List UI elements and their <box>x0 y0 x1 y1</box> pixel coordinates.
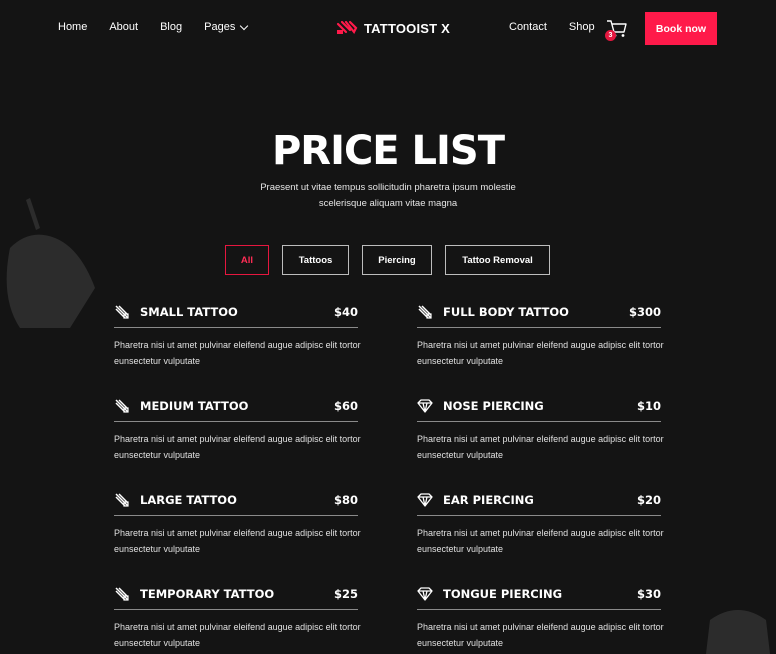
price-item-header: FULL BODY TATTOO $300 <box>417 300 661 328</box>
price-list-left-column: SMALL TATTOO $40 Pharetra nisi ut amet p… <box>114 300 361 654</box>
brand-name: TATTOOIST X <box>364 20 450 36</box>
price-item-name: EAR PIERCING <box>443 493 534 507</box>
tattoo-machine-icon <box>114 492 130 508</box>
diamond-icon <box>417 586 433 602</box>
price-item-name: TONGUE PIERCING <box>443 587 563 601</box>
price-item-description: Pharetra nisi ut amet pulvinar eleifend … <box>114 340 361 366</box>
price-item-description: Pharetra nisi ut amet pulvinar eleifend … <box>417 622 664 648</box>
price-item-description: Pharetra nisi ut amet pulvinar eleifend … <box>114 622 361 648</box>
book-now-button[interactable]: Book now <box>645 12 717 45</box>
nav-pages-dropdown[interactable]: Pages <box>204 21 249 33</box>
price-item-header: NOSE PIERCING $10 <box>417 394 661 422</box>
tattoo-logo-icon <box>336 20 358 36</box>
brand-logo[interactable]: TATTOOIST X <box>336 20 450 36</box>
site-header: Home About Blog Pages TATTOOIST X Contac… <box>0 0 776 58</box>
nav-about-link[interactable]: About <box>109 21 138 33</box>
chevron-down-icon <box>240 21 249 30</box>
price-item: TONGUE PIERCING $30 Pharetra nisi ut ame… <box>417 582 664 654</box>
price-item-price: $10 <box>636 399 661 413</box>
skull-illustration <box>706 610 770 654</box>
nav-blog-link[interactable]: Blog <box>160 21 182 33</box>
nav-shop-link[interactable]: Shop <box>569 21 595 33</box>
filter-tabs: All Tattoos Piercing Tattoo Removal <box>0 245 776 275</box>
price-item-description: Pharetra nisi ut amet pulvinar eleifend … <box>417 434 664 460</box>
price-item-description: Pharetra nisi ut amet pulvinar eleifend … <box>417 528 664 554</box>
page-subtitle: Praesent ut vitae tempus sollicitudin ph… <box>260 182 516 209</box>
tab-tattoos[interactable]: Tattoos <box>282 245 349 275</box>
tab-all[interactable]: All <box>225 245 269 275</box>
price-item: NOSE PIERCING $10 Pharetra nisi ut amet … <box>417 394 664 488</box>
tattoo-machine-icon <box>114 304 130 320</box>
price-item-description: Pharetra nisi ut amet pulvinar eleifend … <box>114 434 361 460</box>
cart-count-badge: 3 <box>605 30 616 41</box>
price-item-header: MEDIUM TATTOO $60 <box>114 394 358 422</box>
price-item-price: $30 <box>636 587 661 601</box>
price-item-header: SMALL TATTOO $40 <box>114 300 358 328</box>
price-item-price: $25 <box>333 587 358 601</box>
tab-piercing[interactable]: Piercing <box>362 245 432 275</box>
price-item: LARGE TATTOO $80 Pharetra nisi ut amet p… <box>114 488 361 582</box>
price-item: EAR PIERCING $20 Pharetra nisi ut amet p… <box>417 488 664 582</box>
price-item-header: EAR PIERCING $20 <box>417 488 661 516</box>
price-item-header: TEMPORARY TATTOO $25 <box>114 582 358 610</box>
nav-home-link[interactable]: Home <box>58 21 87 33</box>
price-item-header: TONGUE PIERCING $30 <box>417 582 661 610</box>
diamond-icon <box>417 398 433 414</box>
tattoo-machine-icon <box>417 304 433 320</box>
price-item-description: Pharetra nisi ut amet pulvinar eleifend … <box>114 528 361 554</box>
tattoo-machine-icon <box>114 398 130 414</box>
price-item-name: MEDIUM TATTOO <box>140 399 249 413</box>
price-item-name: FULL BODY TATTOO <box>443 305 569 319</box>
price-item-description: Pharetra nisi ut amet pulvinar eleifend … <box>417 340 664 366</box>
price-item-header: LARGE TATTOO $80 <box>114 488 358 516</box>
price-item-name: TEMPORARY TATTOO <box>140 587 275 601</box>
price-item-price: $80 <box>333 493 358 507</box>
tattoo-machine-icon <box>114 586 130 602</box>
price-item-name: NOSE PIERCING <box>443 399 544 413</box>
nav-contact-link[interactable]: Contact <box>509 21 547 33</box>
diamond-icon <box>417 492 433 508</box>
price-item-name: SMALL TATTOO <box>140 305 238 319</box>
price-item-price: $300 <box>628 305 661 319</box>
price-item: FULL BODY TATTOO $300 Pharetra nisi ut a… <box>417 300 664 394</box>
primary-nav: Home About Blog Pages <box>58 21 249 33</box>
tab-tattoo-removal[interactable]: Tattoo Removal <box>445 245 550 275</box>
price-item-price: $40 <box>333 305 358 319</box>
price-item: SMALL TATTOO $40 Pharetra nisi ut amet p… <box>114 300 361 394</box>
price-item: MEDIUM TATTOO $60 Pharetra nisi ut amet … <box>114 394 361 488</box>
price-item-name: LARGE TATTOO <box>140 493 237 507</box>
price-item-price: $20 <box>636 493 661 507</box>
page-title: PRICE LIST <box>271 128 505 174</box>
secondary-nav: Contact Shop <box>509 21 595 33</box>
nav-pages-label: Pages <box>204 21 236 33</box>
price-item-price: $60 <box>333 399 358 413</box>
price-item: TEMPORARY TATTOO $25 Pharetra nisi ut am… <box>114 582 361 654</box>
price-list-right-column: FULL BODY TATTOO $300 Pharetra nisi ut a… <box>417 300 664 654</box>
